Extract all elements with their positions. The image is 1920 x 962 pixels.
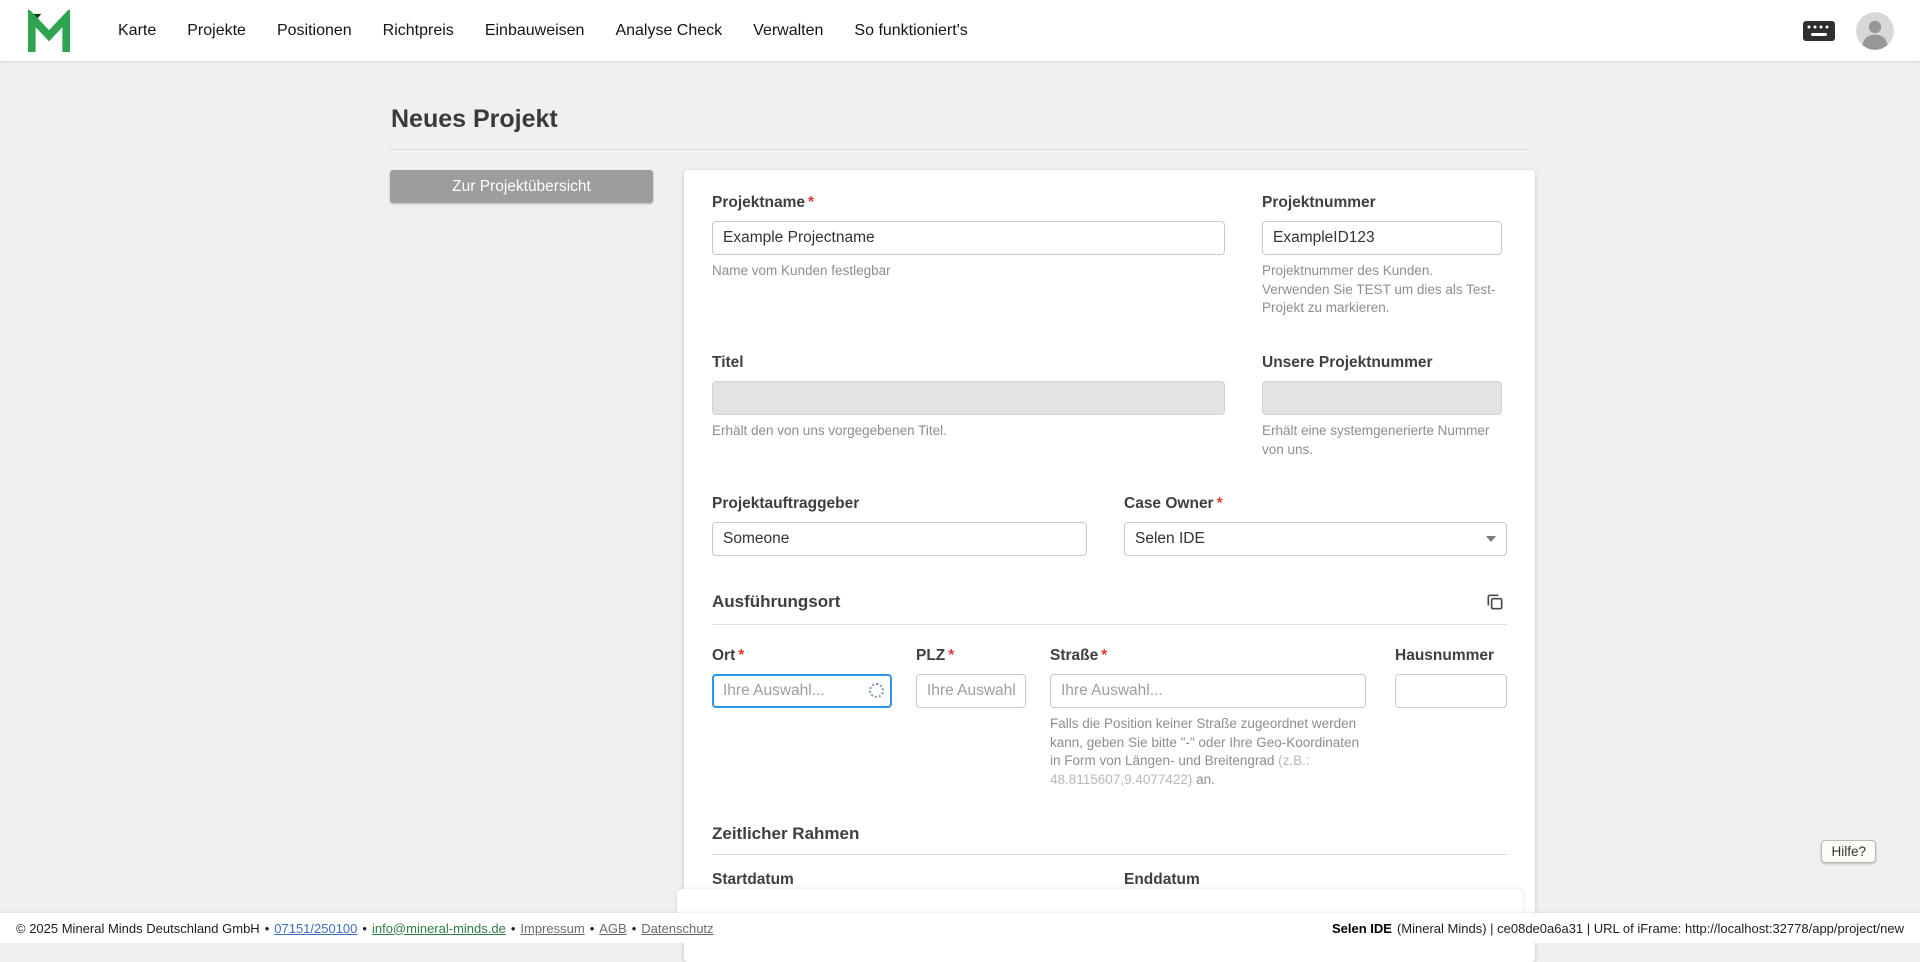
nav-item-richtpreis[interactable]: Richtpreis bbox=[383, 22, 454, 40]
project-form-card: Projektname* Name vom Kunden festlegbar … bbox=[684, 170, 1535, 962]
enddatum-label: Enddatum bbox=[1124, 871, 1507, 889]
ausfuehrungsort-title: Ausführungsort bbox=[712, 592, 840, 612]
footer-copyright: © 2025 Mineral Minds Deutschland GmbH bbox=[16, 921, 260, 936]
hausnummer-input[interactable] bbox=[1395, 674, 1507, 708]
keyboard-icon[interactable] bbox=[1802, 20, 1836, 42]
projektauftraggeber-input[interactable] bbox=[712, 522, 1087, 556]
projektname-input[interactable] bbox=[712, 221, 1225, 255]
titel-input bbox=[712, 381, 1225, 415]
footer-email-link[interactable]: info@mineral-minds.de bbox=[372, 921, 506, 936]
projektname-label: Projektname* bbox=[712, 194, 1225, 212]
ort-label: Ort* bbox=[712, 647, 892, 665]
zeitlicher-rahmen-title: Zeitlicher Rahmen bbox=[712, 824, 859, 844]
strasse-input[interactable] bbox=[1050, 674, 1366, 708]
unsere-projektnummer-input bbox=[1262, 381, 1502, 415]
footer-right: Selen IDE (Mineral Minds) | ce08de0a6a31… bbox=[1332, 921, 1904, 936]
titel-label: Titel bbox=[712, 354, 1225, 372]
back-to-project-overview-button[interactable]: Zur Projektübersicht bbox=[390, 170, 653, 203]
footer-session-info: (Mineral Minds) | ce08de0a6a31 | URL of … bbox=[1397, 921, 1904, 936]
projektauftraggeber-label: Projektauftraggeber bbox=[712, 495, 1087, 513]
required-marker: * bbox=[948, 647, 954, 664]
strasse-label: Straße* bbox=[1050, 647, 1366, 665]
next-card-peek bbox=[677, 889, 1523, 915]
projektnummer-helper: Projektnummer des Kunden. Verwenden Sie … bbox=[1262, 262, 1502, 318]
title-divider bbox=[390, 149, 1530, 150]
footer: © 2025 Mineral Minds Deutschland GmbH • … bbox=[0, 913, 1920, 943]
mineral-minds-logo[interactable] bbox=[26, 10, 72, 52]
case-owner-label: Case Owner* bbox=[1124, 495, 1507, 513]
titel-helper: Erhält den von uns vorgegebenen Titel. bbox=[712, 422, 1225, 441]
projektname-helper: Name vom Kunden festlegbar bbox=[712, 262, 1225, 281]
footer-datenschutz-link[interactable]: Datenschutz bbox=[641, 921, 713, 936]
nav-item-projekte[interactable]: Projekte bbox=[187, 22, 246, 40]
required-marker: * bbox=[738, 647, 744, 664]
required-marker: * bbox=[1217, 495, 1223, 512]
chevron-down-icon bbox=[1486, 536, 1496, 542]
case-owner-select[interactable]: Selen IDE bbox=[1124, 522, 1507, 556]
nav-item-analyse-check[interactable]: Analyse Check bbox=[615, 22, 722, 40]
copy-icon[interactable] bbox=[1483, 590, 1507, 614]
avatar[interactable] bbox=[1856, 12, 1894, 50]
help-badge[interactable]: Hilfe? bbox=[1821, 840, 1876, 863]
nav-items: Karte Projekte Positionen Richtpreis Ein… bbox=[118, 22, 968, 40]
main-content: Neues Projekt Zur Projektübersicht Proje… bbox=[390, 61, 1530, 962]
hausnummer-label: Hausnummer bbox=[1395, 647, 1507, 665]
footer-impressum-link[interactable]: Impressum bbox=[520, 921, 584, 936]
startdatum-label: Startdatum bbox=[712, 871, 1087, 889]
projektnummer-label: Projektnummer bbox=[1262, 194, 1502, 212]
nav-item-karte[interactable]: Karte bbox=[118, 22, 156, 40]
nav-right bbox=[1802, 12, 1894, 50]
plz-label: PLZ* bbox=[916, 647, 1026, 665]
unsere-projektnummer-label: Unsere Projektnummer bbox=[1262, 354, 1502, 372]
plz-input[interactable] bbox=[916, 674, 1026, 708]
footer-left: © 2025 Mineral Minds Deutschland GmbH • … bbox=[16, 921, 714, 936]
top-nav: Karte Projekte Positionen Richtpreis Ein… bbox=[0, 0, 1920, 61]
nav-item-einbauweisen[interactable]: Einbauweisen bbox=[485, 22, 585, 40]
footer-agb-link[interactable]: AGB bbox=[599, 921, 626, 936]
nav-item-verwalten[interactable]: Verwalten bbox=[753, 22, 823, 40]
nav-item-positionen[interactable]: Positionen bbox=[277, 22, 352, 40]
section-zeitlicher-rahmen: Zeitlicher Rahmen bbox=[712, 824, 1507, 855]
unsere-projektnummer-helper: Erhält eine systemgenerierte Nummer von … bbox=[1262, 422, 1502, 459]
ort-input[interactable] bbox=[712, 674, 892, 708]
strasse-helper: Falls die Position keiner Straße zugeord… bbox=[1050, 715, 1366, 790]
projektnummer-input[interactable] bbox=[1262, 221, 1502, 255]
footer-user: Selen IDE bbox=[1332, 921, 1392, 936]
page-title: Neues Projekt bbox=[391, 105, 1530, 134]
required-marker: * bbox=[808, 194, 814, 211]
required-marker: * bbox=[1101, 647, 1107, 664]
section-ausfuehrungsort: Ausführungsort bbox=[712, 590, 1507, 625]
footer-phone-link[interactable]: 07151/250100 bbox=[274, 921, 357, 936]
nav-item-so-funktionierts[interactable]: So funktioniert's bbox=[854, 22, 967, 40]
case-owner-value: Selen IDE bbox=[1135, 530, 1205, 548]
